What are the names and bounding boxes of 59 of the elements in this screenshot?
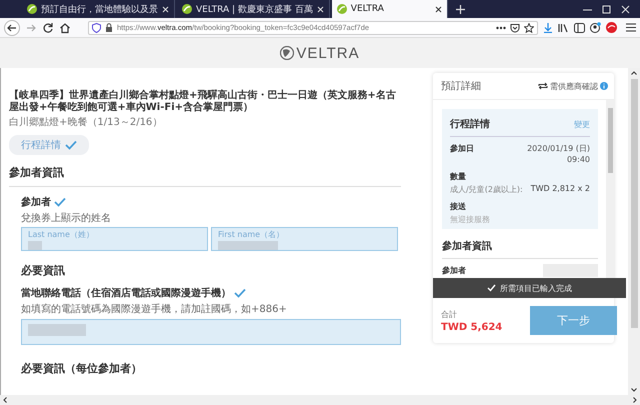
- redacted-value: [543, 264, 598, 277]
- panel-title: 預訂詳細: [441, 80, 481, 93]
- scroll-left-icon[interactable]: [3, 397, 7, 403]
- new-tab-icon[interactable]: [456, 4, 465, 14]
- scrollbar[interactable]: [606, 100, 614, 278]
- detail-value: TWD 2,812 x 2: [530, 184, 590, 195]
- leaf-logo-icon: [182, 4, 192, 14]
- check-icon: [65, 140, 77, 150]
- total-price: TWD 5,624: [441, 322, 502, 332]
- scroll-up-icon[interactable]: [631, 71, 637, 75]
- card-heading: 行程詳情: [450, 118, 490, 131]
- extension-icon[interactable]: [606, 22, 617, 33]
- menu-icon[interactable]: [626, 23, 636, 32]
- close-icon[interactable]: [434, 6, 442, 12]
- field-label: 當地聯絡電話（住宿酒店電話或國際漫遊手機）: [21, 286, 231, 300]
- field-hint: 兌換券上顯示的姓名: [21, 212, 112, 225]
- library-icon[interactable]: [558, 22, 569, 32]
- reload-icon[interactable]: [42, 22, 54, 34]
- sidebar-icon[interactable]: [574, 22, 585, 32]
- total-label: 合計: [441, 308, 458, 320]
- pocket-icon[interactable]: [510, 22, 520, 32]
- leaf-logo-icon: [336, 4, 347, 14]
- detail-note: 無迎接服務: [450, 214, 491, 225]
- section-heading: 必要資訊: [21, 263, 66, 278]
- tour-title: 【岐阜四季】世界遺產白川鄉合掌村點燈+飛驒高山古街・巴士一日遊（英文服務+名古屋出發+午餐吃到飽可選+車內Wi-Fi+含合掌屋門票）: [9, 90, 397, 114]
- repeat-icon: [538, 82, 548, 90]
- status-message: 所需項目已輸入完成: [500, 282, 572, 294]
- account-icon[interactable]: [590, 22, 601, 33]
- phone-field[interactable]: [21, 319, 401, 345]
- section-heading: 參加者資訊: [442, 239, 598, 259]
- star-icon[interactable]: [524, 22, 534, 32]
- confirmation-note: 需供應商確認: [550, 80, 598, 92]
- section-heading: 參加者資訊: [9, 165, 401, 187]
- field-label: 參加者: [21, 196, 51, 209]
- site-logo[interactable]: VELTRA: [296, 44, 360, 62]
- tour-option: 白川郷點燈+晚餐（1/13～2/16）: [9, 115, 401, 129]
- scroll-right-icon[interactable]: [633, 397, 637, 403]
- check-icon: [487, 284, 496, 292]
- detail-value: 2020/01/19 (日) 09:40: [527, 143, 590, 165]
- detail-label: 接送: [450, 201, 466, 212]
- browser-tab[interactable]: VELTRA: [332, 0, 448, 18]
- section-heading: 必要資訊（每位參加者）: [21, 361, 143, 376]
- globe-logo-icon: [280, 46, 294, 60]
- download-icon[interactable]: [543, 22, 553, 32]
- back-icon[interactable]: [4, 20, 20, 36]
- detail-label: 參加日: [450, 143, 474, 155]
- shield-icon: [92, 22, 101, 32]
- scroll-down-icon[interactable]: [631, 388, 637, 392]
- field-hint: 如填寫的電話號碼為國際漫遊手機，請加註國碼，如+886+: [21, 302, 288, 316]
- lock-icon: [105, 23, 113, 32]
- detail-label: 參加者: [442, 265, 466, 276]
- maximize-icon[interactable]: [602, 4, 611, 14]
- more-icon[interactable]: [496, 26, 506, 30]
- home-icon[interactable]: [59, 22, 71, 34]
- detail-label: 數量: [450, 171, 466, 182]
- info-icon[interactable]: [600, 82, 608, 90]
- detail-label: 成人/兒童(2歲以上):: [450, 184, 523, 195]
- horizontal-scrollbar[interactable]: [0, 395, 640, 405]
- leaf-logo-icon: [27, 4, 37, 14]
